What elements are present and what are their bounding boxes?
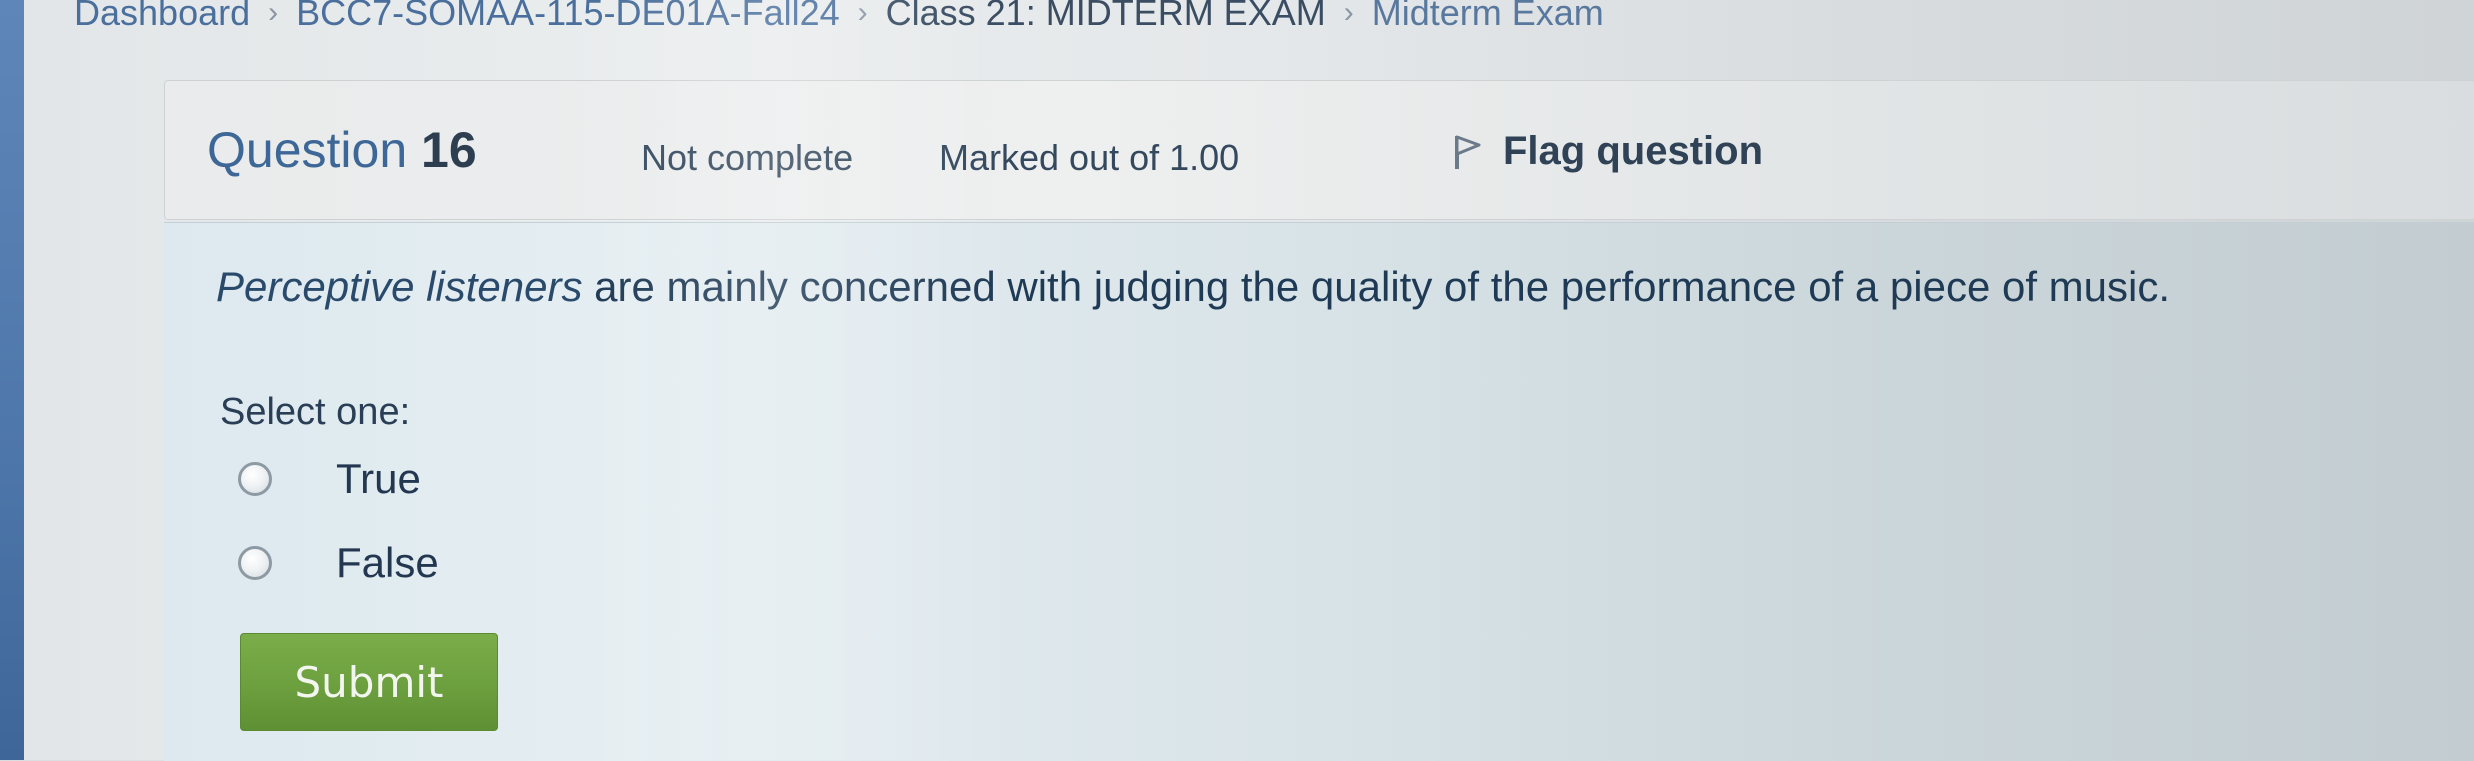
flag-question-label: Flag question [1503, 129, 1763, 173]
answer-option-label: False [336, 539, 439, 586]
answer-option-label: True [336, 455, 421, 502]
question-content: Perceptive listeners are mainly concerne… [164, 222, 2474, 761]
question-number: 16 [421, 122, 477, 178]
answer-prompt: Select one: [220, 391, 411, 433]
quiz-page: Dashboard › BCC7-SOMAA-115-DE01A-Fall24 … [24, 0, 2474, 761]
answer-option-true[interactable]: True [238, 455, 421, 503]
submit-button[interactable]: Submit [240, 633, 498, 731]
question-text: Perceptive listeners are mainly concerne… [216, 263, 2170, 311]
question-info-bar: Question 16 Not complete Marked out of 1… [164, 80, 2474, 220]
flag-question-button[interactable]: Flag question [1451, 129, 1763, 174]
breadcrumb-section[interactable]: Class 21: MIDTERM EXAM [886, 0, 1326, 34]
chevron-right-icon: › [857, 0, 868, 29]
radio-true[interactable] [238, 462, 272, 496]
breadcrumb: Dashboard › BCC7-SOMAA-115-DE01A-Fall24 … [74, 0, 1604, 34]
breadcrumb-dashboard[interactable]: Dashboard [74, 0, 250, 34]
chevron-right-icon: › [268, 0, 279, 29]
radio-false[interactable] [238, 546, 272, 580]
screen-left-edge [0, 0, 24, 760]
answer-option-false[interactable]: False [238, 539, 439, 587]
question-title-prefix: Question [207, 122, 408, 178]
question-title: Question 16 [207, 121, 477, 179]
question-state: Not complete [641, 137, 854, 178]
breadcrumb-course[interactable]: BCC7-SOMAA-115-DE01A-Fall24 [296, 0, 840, 34]
question-text-emphasis: Perceptive listeners [216, 263, 583, 310]
flag-icon [1455, 135, 1481, 169]
chevron-right-icon: › [1343, 0, 1354, 29]
breadcrumb-quiz[interactable]: Midterm Exam [1372, 0, 1604, 34]
question-text-rest: are mainly concerned with judging the qu… [582, 263, 2171, 310]
question-grade: Marked out of 1.00 [939, 137, 1240, 178]
